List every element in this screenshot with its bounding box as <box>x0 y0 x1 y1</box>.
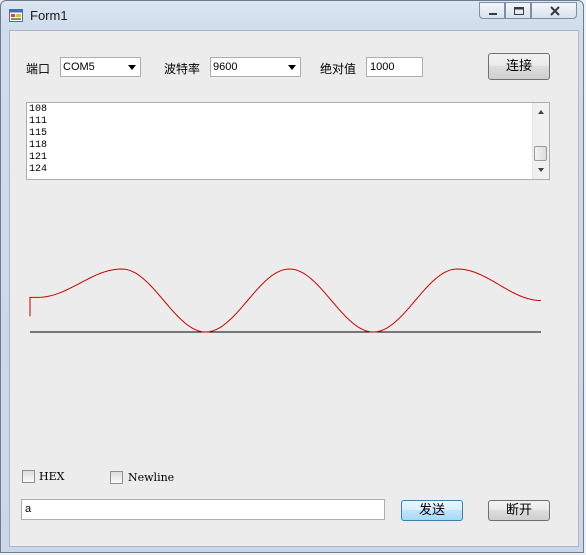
list-item[interactable]: 115 <box>29 128 47 140</box>
port-value: COM5 <box>63 61 95 73</box>
window-title: Form1 <box>30 8 68 23</box>
newline-label: Newline <box>128 471 175 484</box>
baud-label: 波特率 <box>164 62 201 76</box>
hex-checkbox[interactable] <box>22 470 35 483</box>
send-input-value: a <box>25 503 32 515</box>
list-item[interactable]: 121 <box>29 152 47 164</box>
waveform-plot <box>29 268 542 333</box>
baud-value: 9600 <box>213 61 238 73</box>
maximize-icon <box>514 7 524 15</box>
send-input[interactable]: a <box>21 499 385 520</box>
maximize-button[interactable] <box>505 2 531 19</box>
abs-value: 1000 <box>370 61 395 73</box>
abs-label: 绝对值 <box>320 62 357 76</box>
chevron-down-icon <box>288 65 296 70</box>
hex-label: HEX <box>39 470 65 483</box>
list-item[interactable]: 124 <box>29 164 47 176</box>
form-client-area: 端口 COM5 波特率 9600 绝对值 1000 连接 108 111 115 11… <box>9 30 579 547</box>
minimize-icon <box>489 13 497 15</box>
baud-combobox[interactable]: 9600 <box>210 57 301 77</box>
port-combobox[interactable]: COM5 <box>60 57 141 77</box>
minimize-button[interactable] <box>479 2 505 19</box>
close-button[interactable] <box>531 2 577 19</box>
waveform-line <box>29 268 542 333</box>
received-lines: 108 111 115 118 121 124 <box>29 104 47 176</box>
abs-value-input[interactable]: 1000 <box>366 57 423 77</box>
form-icon <box>9 9 23 22</box>
title-bar[interactable]: Form1 <box>1 1 585 29</box>
connect-button[interactable]: 连接 <box>488 53 550 80</box>
vertical-scrollbar[interactable] <box>532 103 549 179</box>
newline-checkbox[interactable] <box>110 471 123 484</box>
received-data-list[interactable]: 108 111 115 118 121 124 <box>26 102 550 180</box>
send-button[interactable]: 发送 <box>401 500 463 521</box>
scroll-up-icon[interactable] <box>536 108 546 116</box>
list-item[interactable]: 111 <box>29 116 47 128</box>
main-window: Form1 端口 COM5 波特率 9600 绝对值 1000 连接 108 1… <box>0 0 584 553</box>
scroll-thumb[interactable] <box>534 146 547 161</box>
chevron-down-icon <box>128 65 136 70</box>
port-label: 端口 <box>26 62 51 76</box>
list-item[interactable]: 118 <box>29 140 47 152</box>
close-icon <box>550 6 560 16</box>
list-item[interactable]: 108 <box>29 104 47 116</box>
disconnect-button[interactable]: 断开 <box>488 500 550 521</box>
scroll-down-icon[interactable] <box>536 166 546 174</box>
